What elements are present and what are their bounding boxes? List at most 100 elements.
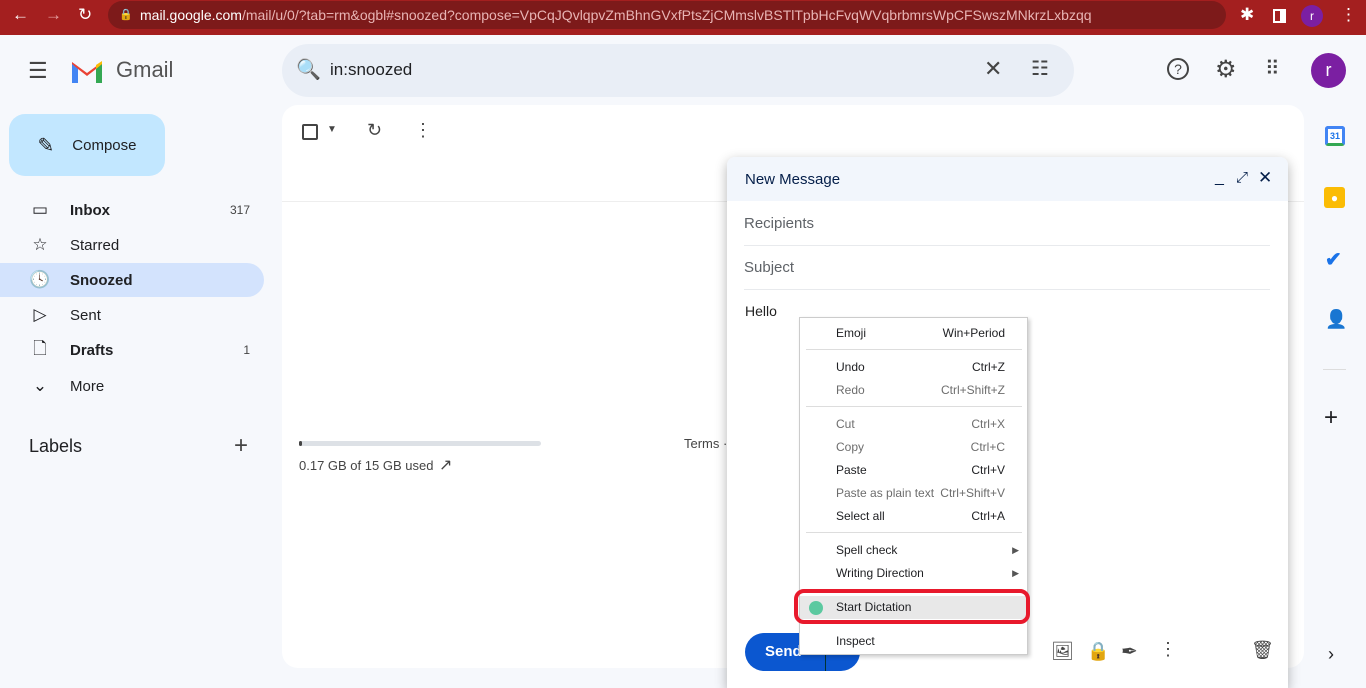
shortcut: Ctrl+Shift+Z bbox=[940, 383, 1005, 397]
lock-icon: 🔒 bbox=[119, 9, 133, 21]
label: Writing Direction bbox=[836, 566, 924, 580]
sidebar-item-more[interactable]: ⌄ More bbox=[0, 369, 264, 403]
menu-item-emoji[interactable]: Emoji Win+Period bbox=[800, 322, 1027, 345]
fullscreen-icon[interactable]: ⤢ bbox=[1236, 169, 1248, 186]
sidebar-item-sent[interactable]: ▷ Sent bbox=[0, 298, 264, 332]
back-icon[interactable]: ← bbox=[12, 5, 29, 25]
menu-item-paste[interactable]: Paste Ctrl+V bbox=[800, 459, 1027, 482]
search-bar[interactable]: 🔍 in:snoozed ✕ ☷ bbox=[282, 44, 1074, 97]
help-icon[interactable]: ? bbox=[1167, 58, 1189, 80]
refresh-icon[interactable]: ↻ bbox=[367, 120, 382, 141]
insert-photo-icon[interactable]: 🖼 bbox=[1051, 641, 1074, 662]
storage-fill bbox=[299, 441, 302, 446]
shortcut: Ctrl+Shift+V bbox=[940, 486, 1005, 500]
sidebar-item-snoozed[interactable]: 🕓 Snoozed bbox=[0, 263, 264, 297]
highlight-annotation bbox=[794, 589, 1030, 624]
contacts-icon[interactable]: 👤 bbox=[1325, 309, 1347, 330]
menu-item-writing-direction[interactable]: Writing Direction ▶ bbox=[800, 562, 1027, 585]
close-icon[interactable]: ✕ bbox=[1258, 168, 1272, 188]
label: More bbox=[70, 377, 105, 395]
label: Undo bbox=[836, 360, 865, 374]
select-checkbox[interactable] bbox=[302, 124, 318, 140]
menu-kebab-icon[interactable]: ⋮ bbox=[1340, 5, 1357, 25]
divider bbox=[1323, 369, 1346, 370]
pencil-icon: ✎ bbox=[37, 134, 55, 157]
submenu-arrow-icon: ▶ bbox=[1012, 545, 1019, 555]
extensions-icon[interactable]: ✱ bbox=[1240, 5, 1254, 25]
minimize-icon[interactable]: _ bbox=[1215, 169, 1224, 187]
label: Sent bbox=[70, 306, 101, 324]
inbox-icon: ▭ bbox=[31, 200, 49, 219]
menu-item-undo[interactable]: Undo Ctrl+Z bbox=[800, 356, 1027, 379]
submenu-arrow-icon: ▶ bbox=[1012, 568, 1019, 578]
calendar-icon[interactable]: 31 bbox=[1325, 126, 1345, 146]
clear-search-icon[interactable]: ✕ bbox=[984, 56, 1002, 82]
add-addon-icon[interactable]: + bbox=[1324, 404, 1338, 432]
sidebar-item-starred[interactable]: ☆ Starred bbox=[0, 228, 264, 262]
label: Select all bbox=[836, 509, 885, 523]
menu-item-spell-check[interactable]: Spell check ▶ bbox=[800, 539, 1027, 562]
forward-icon[interactable]: → bbox=[45, 5, 62, 25]
shortcut: Ctrl+C bbox=[970, 440, 1005, 454]
add-label-icon[interactable]: + bbox=[234, 432, 248, 460]
address-bar[interactable]: 🔒 mail.google.com/mail/u/0/?tab=rm&ogbl#… bbox=[108, 1, 1226, 29]
label: Snoozed bbox=[70, 271, 133, 289]
compose-label: Compose bbox=[72, 136, 137, 154]
confidential-mode-icon[interactable]: 🔒 bbox=[1087, 641, 1109, 662]
menu-item-cut[interactable]: Cut Ctrl+X bbox=[800, 413, 1027, 436]
divider bbox=[806, 532, 1022, 533]
count: 317 bbox=[229, 203, 250, 217]
label: Cut bbox=[836, 417, 855, 431]
trash-icon[interactable]: 🗑 bbox=[1251, 640, 1274, 661]
label: Inbox bbox=[70, 201, 110, 219]
menu-item-copy[interactable]: Copy Ctrl+C bbox=[800, 436, 1027, 459]
reload-icon[interactable]: ↻ bbox=[78, 5, 92, 25]
url-path: /mail/u/0/?tab=rm&ogbl#snoozed?compose=V… bbox=[241, 7, 1092, 23]
apps-grid-icon[interactable]: ⠿ bbox=[1265, 56, 1280, 81]
tasks-icon[interactable]: ✔ bbox=[1325, 247, 1342, 272]
terms-link[interactable]: Terms · bbox=[684, 436, 727, 451]
profile-avatar[interactable]: r bbox=[1301, 5, 1323, 27]
main-menu-icon[interactable]: ☰ bbox=[28, 58, 48, 84]
open-external-icon[interactable]: ↗ bbox=[439, 455, 452, 475]
menu-item-inspect[interactable]: Inspect bbox=[800, 630, 1027, 653]
label: Copy bbox=[836, 440, 865, 454]
sidebar-item-drafts[interactable]: 🗋 Drafts 1 bbox=[0, 333, 264, 367]
search-options-icon[interactable]: ☷ bbox=[1031, 56, 1049, 81]
subject-field[interactable]: Subject bbox=[744, 246, 1270, 290]
expand-panel-icon[interactable]: › bbox=[1328, 644, 1334, 665]
browser-toolbar: ← → ↻ 🔒 mail.google.com/mail/u/0/?tab=rm… bbox=[0, 0, 1366, 35]
keep-icon[interactable]: ● bbox=[1324, 187, 1345, 208]
signature-icon[interactable]: ✒ bbox=[1121, 639, 1138, 664]
search-icon[interactable]: 🔍 bbox=[296, 57, 321, 82]
chevron-down-icon: ⌄ bbox=[32, 376, 48, 395]
label: Emoji bbox=[836, 326, 867, 340]
compose-button[interactable]: ✎ Compose bbox=[9, 114, 165, 176]
side-panel-icon[interactable] bbox=[1273, 9, 1286, 23]
account-avatar[interactable]: r bbox=[1311, 53, 1346, 88]
sidebar-item-inbox[interactable]: ▭ Inbox 317 bbox=[0, 193, 264, 227]
divider bbox=[806, 349, 1022, 350]
compose-header[interactable]: New Message _ ⤢ ✕ bbox=[727, 157, 1288, 201]
message-body[interactable]: Hello bbox=[745, 303, 777, 319]
label: Inspect bbox=[836, 634, 875, 648]
recipients-field[interactable]: Recipients bbox=[744, 202, 1270, 246]
settings-gear-icon[interactable]: ⚙ bbox=[1215, 55, 1237, 84]
draft-icon: 🗋 bbox=[33, 338, 47, 358]
more-options-icon[interactable]: ⋮ bbox=[414, 120, 432, 141]
more-options-icon[interactable]: ⋮ bbox=[1159, 639, 1177, 660]
gmail-logo[interactable]: Gmail bbox=[70, 57, 173, 83]
menu-item-redo[interactable]: Redo Ctrl+Shift+Z bbox=[800, 379, 1027, 402]
shortcut: Win+Period bbox=[942, 326, 1005, 340]
menu-item-select-all[interactable]: Select all Ctrl+A bbox=[800, 505, 1027, 528]
search-input[interactable]: in:snoozed bbox=[330, 60, 412, 80]
caret-down-icon[interactable]: ▼ bbox=[327, 124, 337, 135]
star-icon: ☆ bbox=[32, 235, 48, 254]
clock-icon: 🕓 bbox=[29, 270, 51, 289]
label: Drafts bbox=[70, 341, 114, 359]
gmail-m-icon bbox=[72, 61, 102, 83]
shortcut: Ctrl+A bbox=[971, 509, 1005, 523]
menu-item-paste-plain[interactable]: Paste as plain text Ctrl+Shift+V bbox=[800, 482, 1027, 505]
storage-bar bbox=[299, 441, 541, 446]
shortcut: Ctrl+V bbox=[971, 463, 1005, 477]
